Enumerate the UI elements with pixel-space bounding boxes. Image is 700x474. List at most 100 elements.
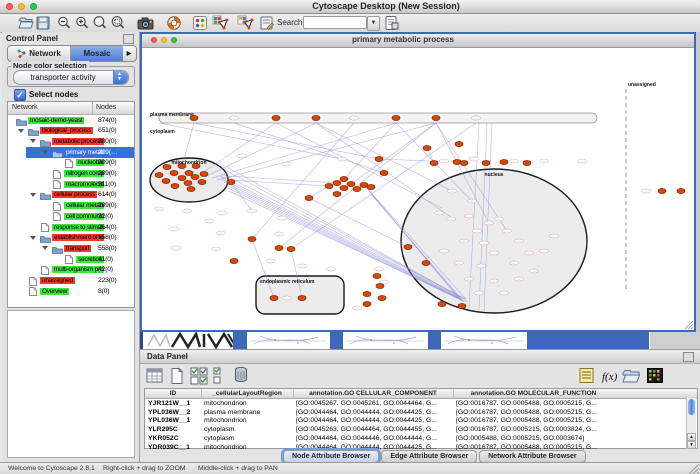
save-icon[interactable] bbox=[35, 15, 51, 31]
expand-arrow-icon[interactable] bbox=[30, 236, 36, 240]
tree-row-response-to-stimulu[interactable]: response to stimulu264(0) bbox=[8, 222, 134, 233]
selected-gene-node[interactable] bbox=[392, 116, 400, 121]
nucleus-region[interactable] bbox=[401, 169, 587, 313]
selected-gene-node[interactable] bbox=[155, 173, 163, 178]
tree-row-transport[interactable]: transport558(0) bbox=[8, 243, 134, 254]
resize-grip[interactable] bbox=[689, 464, 699, 474]
table-row[interactable]: YJR121W__1mitochondrion[GO:0045267, GO:0… bbox=[145, 399, 688, 408]
tree-row-secretion[interactable]: secretion41(0) bbox=[8, 254, 134, 265]
zoom-fit-icon[interactable] bbox=[92, 15, 108, 31]
network-edge[interactable] bbox=[276, 123, 442, 208]
selected-gene-node[interactable] bbox=[340, 177, 348, 182]
search-input[interactable] bbox=[303, 16, 367, 29]
selected-gene-node[interactable] bbox=[170, 171, 178, 176]
expand-arrow-icon[interactable] bbox=[42, 246, 48, 250]
selected-gene-node[interactable] bbox=[363, 302, 371, 307]
import-attributes-icon[interactable] bbox=[622, 367, 640, 385]
search-options-icon[interactable] bbox=[384, 15, 400, 31]
zoom-out-icon[interactable] bbox=[56, 15, 72, 31]
selected-gene-node[interactable] bbox=[363, 292, 371, 297]
selected-gene-node[interactable] bbox=[523, 161, 531, 166]
expand-arrow-icon[interactable] bbox=[30, 193, 36, 197]
tree-row-multi-organism-pro[interactable]: multi-organism pro42(0) bbox=[8, 265, 134, 276]
tree-row-primary-metabo[interactable]: primary metabo209(… bbox=[8, 147, 134, 158]
selected-gene-node[interactable] bbox=[380, 171, 388, 176]
scroll-up-button[interactable]: ▲ bbox=[687, 433, 696, 441]
delete-attribute-icon[interactable] bbox=[232, 366, 250, 384]
network-edge[interactable] bbox=[207, 123, 316, 176]
unselect-attributes-icon[interactable] bbox=[212, 367, 230, 385]
selected-gene-node[interactable] bbox=[367, 185, 375, 190]
tree-row-cellular-process[interactable]: cellular process614(0) bbox=[8, 190, 134, 201]
selected-gene-node[interactable] bbox=[333, 181, 341, 186]
selected-gene-node[interactable] bbox=[340, 186, 348, 191]
selected-gene-node[interactable] bbox=[200, 172, 208, 177]
network-edge[interactable] bbox=[351, 123, 436, 184]
node-color-combobox[interactable]: transporter activity ▲▼ bbox=[13, 70, 129, 85]
selected-gene-node[interactable] bbox=[333, 192, 341, 197]
selected-gene-node[interactable] bbox=[460, 161, 468, 166]
selected-gene-node[interactable] bbox=[162, 179, 170, 184]
table-scrollbar[interactable]: ▲ ▼ bbox=[686, 398, 696, 449]
tree-row-overview[interactable]: Overview8(0) bbox=[8, 286, 134, 297]
help-lifesaver-icon[interactable] bbox=[166, 15, 182, 31]
selected-gene-node[interactable] bbox=[198, 180, 206, 185]
snapshot-camera-icon[interactable] bbox=[137, 15, 153, 31]
selected-gene-node[interactable] bbox=[422, 261, 430, 266]
selected-gene-node[interactable] bbox=[305, 196, 313, 201]
tree-row-cell-communicat[interactable]: cell communicat22(0) bbox=[8, 211, 134, 222]
selected-gene-node[interactable] bbox=[227, 180, 235, 185]
vizmap-overlay-icon-2[interactable] bbox=[237, 15, 253, 31]
tab-network[interactable]: Network bbox=[8, 46, 71, 61]
function-builder-icon[interactable]: f(x) bbox=[600, 367, 618, 385]
selected-gene-node[interactable] bbox=[438, 302, 446, 307]
selected-gene-node[interactable] bbox=[272, 116, 280, 121]
tree-row-nucleobase-[interactable]: nucleobase-209(0) bbox=[8, 158, 134, 169]
table-row[interactable]: YPL036W__1mitochondrion[GO:0044464, GO:0… bbox=[145, 416, 688, 425]
selected-gene-node[interactable] bbox=[677, 189, 685, 194]
selected-gene-node[interactable] bbox=[325, 184, 333, 189]
table-row[interactable]: YPL036W__2plasma membrane[GO:0044464, GO… bbox=[145, 408, 688, 417]
selected-gene-node[interactable] bbox=[171, 184, 179, 189]
selected-gene-node[interactable] bbox=[430, 161, 438, 166]
selected-gene-node[interactable] bbox=[248, 237, 256, 242]
tab-overflow-arrow[interactable]: ▶ bbox=[123, 46, 135, 61]
selected-gene-node[interactable] bbox=[423, 146, 431, 151]
annotation-icon[interactable] bbox=[259, 15, 275, 31]
table-row[interactable]: YLR295Ccytoplasm[GO:0045263, GO:0044464,… bbox=[145, 425, 688, 434]
network-edge[interactable] bbox=[217, 123, 436, 180]
selected-gene-node[interactable] bbox=[375, 157, 383, 162]
selected-gene-node[interactable] bbox=[658, 189, 666, 194]
selected-gene-node[interactable] bbox=[376, 284, 384, 289]
network-edge[interactable] bbox=[212, 123, 396, 178]
zoom-selected-icon[interactable] bbox=[110, 15, 126, 31]
selected-gene-node[interactable] bbox=[187, 187, 195, 192]
column-header[interactable]: annotation.GO CELLULAR_COMPONENT bbox=[293, 390, 453, 397]
tree-row-nitrogen-compo[interactable]: nitrogen compo209(0) bbox=[8, 169, 134, 180]
open-folder-icon[interactable] bbox=[18, 15, 34, 31]
tree-row-establishment-of-lo[interactable]: establishment of lo558(0) bbox=[8, 233, 134, 244]
selected-gene-node[interactable] bbox=[455, 142, 463, 147]
network-edge[interactable] bbox=[309, 198, 408, 247]
select-nodes-checkbox[interactable]: ✓ bbox=[14, 89, 26, 101]
search-dropdown-arrow[interactable]: ▼ bbox=[367, 16, 380, 31]
tree-row-unassigned[interactable]: unassigned223(0) bbox=[8, 276, 134, 287]
plasma-membrane-region[interactable] bbox=[159, 113, 597, 123]
column-header[interactable]: _cellularLayoutRegion bbox=[201, 390, 293, 397]
data-panel-float-icon[interactable] bbox=[683, 352, 694, 362]
tree-row-metabolic-process[interactable]: metabolic process280(0) bbox=[8, 136, 134, 147]
tree-row-cellular-metabol[interactable]: cellular metabol209(0) bbox=[8, 201, 134, 212]
selected-gene-node[interactable] bbox=[185, 171, 193, 176]
tree-row-biological-process[interactable]: biological_process651(0) bbox=[8, 126, 134, 137]
selected-gene-node[interactable] bbox=[298, 296, 306, 301]
vizmap-overlay-icon-1[interactable] bbox=[212, 15, 228, 31]
network-edge[interactable] bbox=[228, 176, 337, 183]
selected-gene-node[interactable] bbox=[191, 175, 199, 180]
attribute-matrix-icon[interactable] bbox=[646, 367, 664, 385]
selected-gene-node[interactable] bbox=[270, 296, 278, 301]
new-attribute-icon[interactable] bbox=[168, 367, 186, 385]
selected-gene-node[interactable] bbox=[163, 165, 171, 170]
scroll-down-button[interactable]: ▼ bbox=[687, 441, 696, 449]
combobox-stepper[interactable]: ▲▼ bbox=[113, 71, 128, 84]
select-attributes-icon[interactable] bbox=[190, 367, 208, 385]
